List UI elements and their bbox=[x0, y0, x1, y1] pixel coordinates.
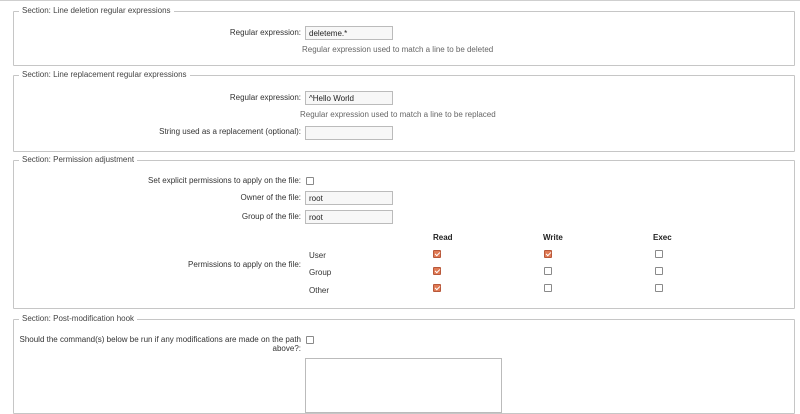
run-hook-label-line2: above?: bbox=[272, 344, 301, 353]
permissions-label: Permissions to apply on the file: bbox=[188, 260, 301, 269]
column-header-exec: Exec bbox=[653, 233, 672, 242]
replacement-regex-label: Regular expression: bbox=[229, 93, 301, 102]
group-input[interactable] bbox=[305, 210, 393, 224]
replacement-regex-help: Regular expression used to match a line … bbox=[300, 110, 496, 119]
section-legend: Section: Post-modification hook bbox=[22, 314, 135, 323]
group-write-checkbox[interactable] bbox=[544, 267, 552, 275]
replacement-string-label: String used as a replacement (optional): bbox=[159, 127, 301, 136]
column-header-read: Read bbox=[433, 233, 453, 242]
row-label-other: Other bbox=[309, 286, 330, 295]
explicit-permissions-label: Set explicit permissions to apply on the… bbox=[148, 176, 301, 185]
deletion-regex-input[interactable] bbox=[305, 26, 393, 40]
user-write-checkbox[interactable] bbox=[544, 250, 552, 258]
user-exec-checkbox[interactable] bbox=[655, 250, 663, 258]
explicit-permissions-checkbox[interactable] bbox=[306, 177, 314, 185]
replacement-regex-input[interactable] bbox=[305, 91, 393, 105]
row-label-user: User bbox=[309, 251, 326, 260]
other-write-checkbox[interactable] bbox=[544, 284, 552, 292]
user-read-checkbox[interactable] bbox=[433, 250, 441, 258]
section-legend: Section: Line replacement regular expres… bbox=[22, 70, 187, 79]
section-legend: Section: Permission adjustment bbox=[22, 155, 135, 164]
column-header-write: Write bbox=[543, 233, 563, 242]
owner-label: Owner of the file: bbox=[240, 193, 301, 202]
other-exec-checkbox[interactable] bbox=[655, 284, 663, 292]
group-read-checkbox[interactable] bbox=[433, 267, 441, 275]
other-read-checkbox[interactable] bbox=[433, 284, 441, 292]
replacement-string-input[interactable] bbox=[305, 126, 393, 140]
top-divider bbox=[0, 0, 800, 1]
deletion-regex-label: Regular expression: bbox=[229, 28, 301, 37]
owner-input[interactable] bbox=[305, 191, 393, 205]
group-exec-checkbox[interactable] bbox=[655, 267, 663, 275]
row-label-group: Group bbox=[309, 268, 332, 277]
hook-command-textarea[interactable] bbox=[305, 358, 502, 413]
deletion-regex-help: Regular expression used to match a line … bbox=[302, 45, 494, 54]
run-hook-checkbox[interactable] bbox=[306, 336, 314, 344]
section-legend: Section: Line deletion regular expressio… bbox=[22, 6, 171, 15]
group-label: Group of the file: bbox=[241, 212, 301, 221]
